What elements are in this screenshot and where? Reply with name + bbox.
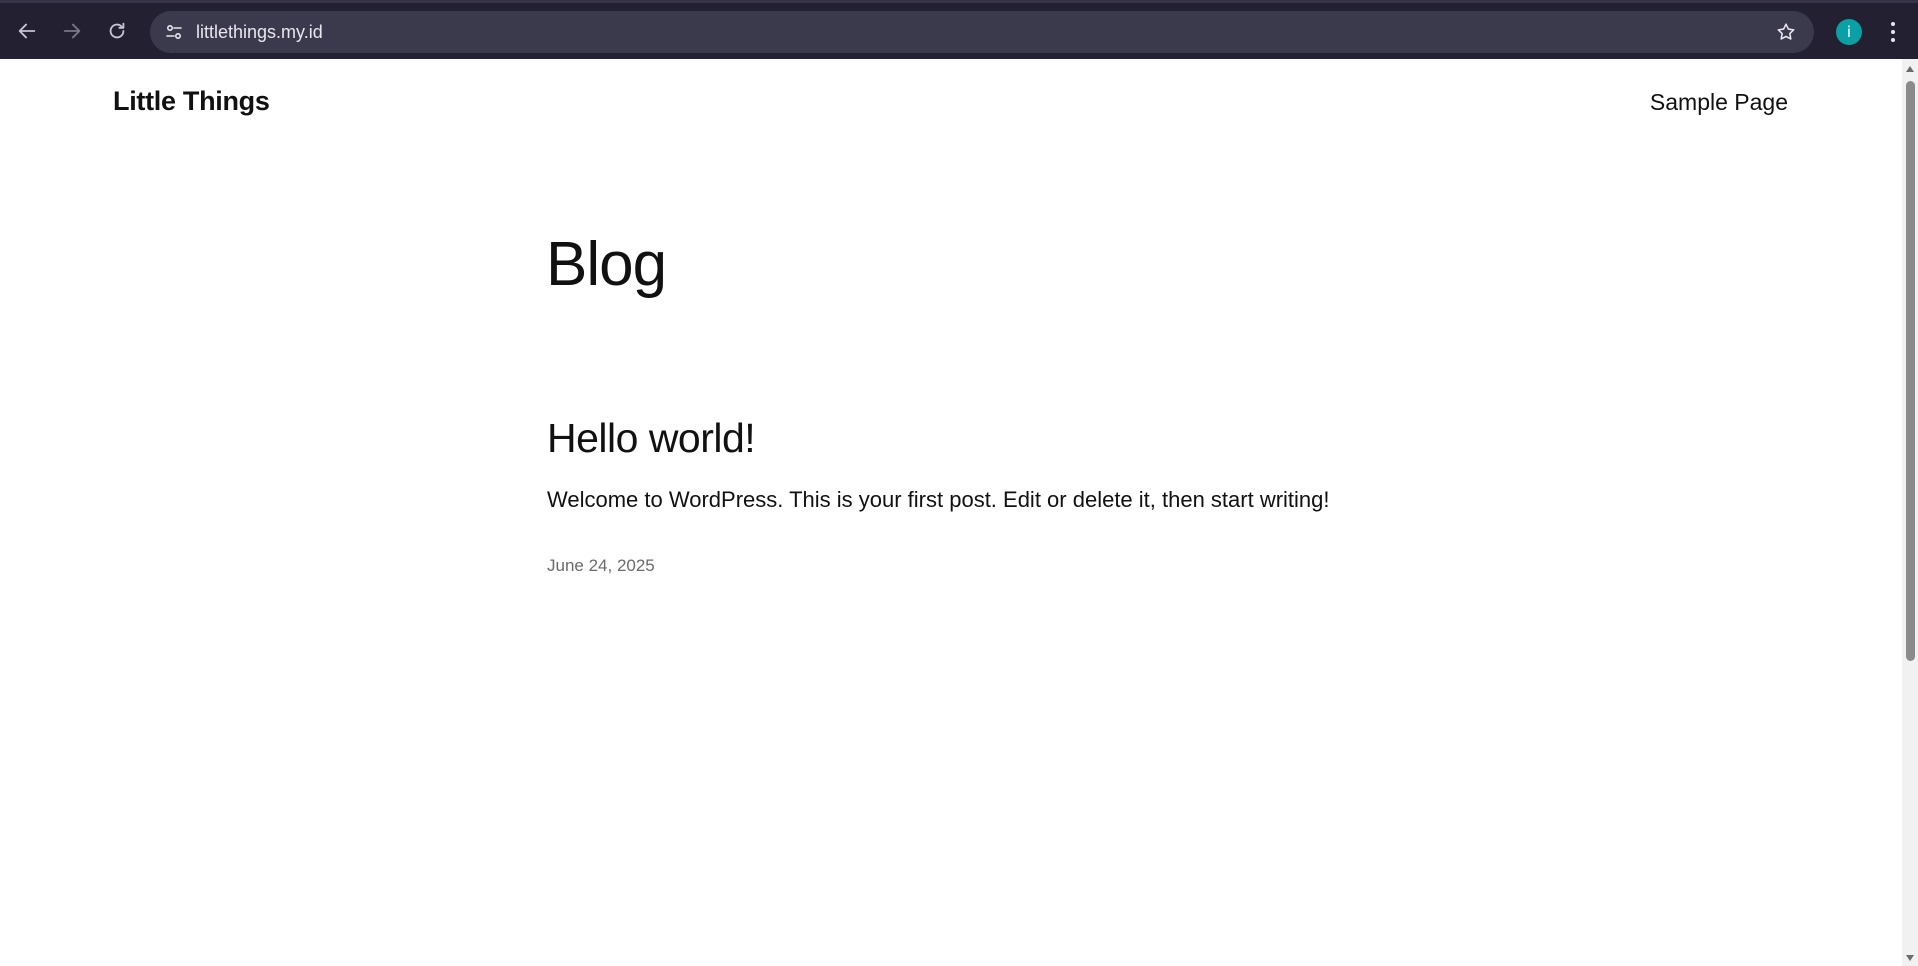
reload-button[interactable] bbox=[99, 13, 135, 49]
arrow-right-icon bbox=[63, 23, 81, 39]
url-text[interactable]: littlethings.my.id bbox=[196, 11, 323, 53]
page-scrollbar[interactable] bbox=[1902, 59, 1918, 966]
address-bar[interactable]: littlethings.my.id bbox=[150, 11, 1814, 53]
page-title: Blog bbox=[546, 230, 667, 299]
web-page: Little Things Sample Page Blog Hello wor… bbox=[0, 59, 1902, 966]
browser-toolbar: littlethings.my.id i bbox=[0, 0, 1918, 59]
post-title-link[interactable]: Hello world! bbox=[547, 415, 756, 462]
forward-button[interactable] bbox=[54, 13, 90, 49]
back-button[interactable] bbox=[9, 13, 45, 49]
site-title-link[interactable]: Little Things bbox=[113, 86, 270, 117]
star-icon bbox=[1777, 23, 1795, 40]
tune-icon bbox=[166, 24, 182, 40]
arrow-left-icon bbox=[18, 23, 36, 39]
post-date: June 24, 2025 bbox=[547, 556, 655, 575]
bookmark-button[interactable] bbox=[1770, 16, 1802, 48]
kebab-menu-icon bbox=[1891, 22, 1895, 42]
profile-avatar[interactable]: i bbox=[1836, 19, 1862, 45]
scroll-down-arrow-icon[interactable] bbox=[1902, 950, 1918, 966]
reload-icon bbox=[109, 22, 125, 39]
browser-menu-button[interactable] bbox=[1880, 15, 1906, 49]
scrollbar-thumb[interactable] bbox=[1906, 81, 1915, 661]
site-info-button[interactable] bbox=[158, 16, 190, 48]
post-excerpt: Welcome to WordPress. This is your first… bbox=[547, 487, 1330, 512]
nav-link-sample-page[interactable]: Sample Page bbox=[1650, 89, 1788, 116]
scroll-up-arrow-icon[interactable] bbox=[1902, 61, 1918, 77]
